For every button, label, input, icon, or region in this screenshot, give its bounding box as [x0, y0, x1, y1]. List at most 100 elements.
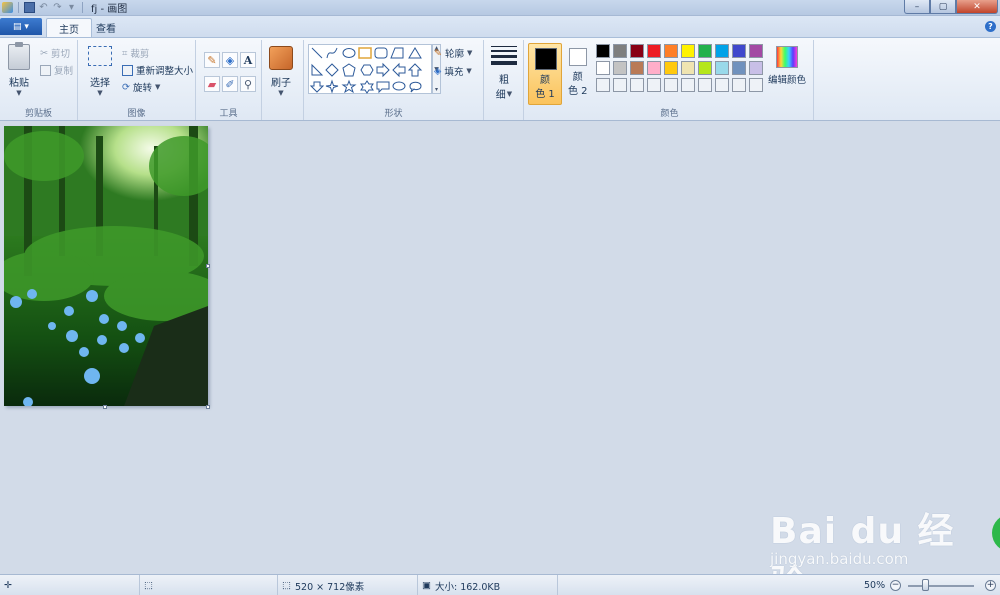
hexagon-shape-icon: [360, 64, 374, 76]
save-icon[interactable]: [24, 2, 35, 13]
paint-menu-button[interactable]: ▤ ▾: [0, 18, 42, 35]
palette-color-swatch[interactable]: [698, 61, 712, 75]
resize-handle-right[interactable]: [206, 264, 210, 268]
pentagon-shape-icon: [342, 63, 356, 77]
palette-color-swatch[interactable]: [715, 44, 729, 58]
close-button[interactable]: ✕: [956, 0, 998, 14]
tab-view[interactable]: 查看: [84, 18, 128, 37]
paint-app-icon[interactable]: [2, 2, 13, 13]
canvas-image[interactable]: [4, 126, 208, 406]
resize-button[interactable]: 重新调整大小: [122, 63, 193, 77]
palette-color-swatch[interactable]: [681, 44, 695, 58]
image-size-icon: ⬚: [282, 580, 291, 591]
custom-color-slot[interactable]: [749, 78, 763, 92]
color-spectrum-icon: [776, 46, 798, 68]
customize-toolbar-icon[interactable]: ▾: [66, 2, 77, 13]
crop-button[interactable]: ⌗ 裁剪: [122, 46, 149, 61]
four-point-star-shape-icon: [325, 79, 339, 94]
expand-gallery-icon[interactable]: ▾: [435, 86, 438, 93]
palette-color-swatch[interactable]: [715, 61, 729, 75]
oval-shape-icon: [342, 48, 356, 58]
edit-colors-button[interactable]: 编辑颜色: [768, 46, 806, 86]
undo-icon[interactable]: ↶: [38, 2, 49, 13]
fill-button[interactable]: ◈ 填充 ▼: [434, 64, 472, 79]
palette-color-swatch[interactable]: [664, 61, 678, 75]
down-arrow-shape-icon: [309, 81, 325, 93]
custom-color-slot[interactable]: [681, 78, 695, 92]
image-size-text: 520 × 712像素: [294, 581, 365, 593]
palette-color-swatch[interactable]: [630, 61, 644, 75]
rounded-rectangle-shape-icon: [374, 47, 388, 59]
custom-color-slot[interactable]: [698, 78, 712, 92]
palette-color-swatch[interactable]: [749, 61, 763, 75]
palette-color-swatch[interactable]: [681, 61, 695, 75]
palette-color-swatch[interactable]: [664, 44, 678, 58]
zoom-in-button[interactable]: +: [985, 580, 996, 591]
cut-button[interactable]: ✂ 剪切: [40, 46, 70, 61]
fill-icon: ◈: [434, 65, 442, 77]
zoom-slider-thumb[interactable]: [922, 579, 929, 591]
resize-handle-bottom[interactable]: [103, 405, 107, 409]
curve-shape-icon: [326, 47, 338, 59]
size-label-top: 粗: [499, 75, 509, 86]
six-point-star-shape-icon: [360, 80, 374, 94]
colors-group-label: 颜色: [660, 109, 679, 119]
divider: [18, 2, 19, 13]
select-button[interactable]: 选择 ▼: [88, 46, 112, 97]
paste-button[interactable]: 粘贴 ▼: [8, 42, 30, 97]
custom-color-slot[interactable]: [647, 78, 661, 92]
custom-color-slot[interactable]: [596, 78, 610, 92]
color2-button[interactable]: 颜 色 2: [568, 48, 588, 99]
chevron-down-icon: ▼: [154, 83, 161, 91]
custom-color-slot[interactable]: [613, 78, 627, 92]
shapes-group-label: 形状: [384, 109, 403, 119]
resize-handle-corner[interactable]: [206, 405, 210, 409]
brushes-button[interactable]: 刷子 ▼: [269, 46, 293, 97]
watermark-url: jingyan.baidu.com: [770, 550, 909, 568]
palette-color-swatch[interactable]: [647, 44, 661, 58]
outline-button[interactable]: ✎ 轮廓 ▼: [434, 46, 472, 61]
cut-label: 剪切: [50, 49, 70, 60]
zoom-slider-track[interactable]: [908, 585, 974, 587]
size-button[interactable]: 粗 细 ▼: [491, 46, 517, 101]
maximize-button[interactable]: ▢: [930, 0, 956, 14]
help-icon[interactable]: ?: [985, 21, 996, 32]
custom-color-slot[interactable]: [664, 78, 678, 92]
file-size: ▣ 大小: 162.0KB: [418, 575, 558, 595]
copy-button[interactable]: 复制: [40, 63, 73, 77]
crop-icon: ⌗: [122, 47, 128, 59]
redo-icon[interactable]: ↷: [52, 2, 63, 13]
palette-color-swatch[interactable]: [732, 61, 746, 75]
text-tool-icon[interactable]: A: [240, 52, 256, 68]
palette-color-swatch[interactable]: [647, 61, 661, 75]
pencil-icon[interactable]: ✎: [204, 52, 220, 68]
rotate-button[interactable]: ⟳ 旋转 ▼: [122, 80, 161, 95]
window-controls: – ▢ ✕: [904, 0, 998, 14]
shapes-gallery: [308, 44, 432, 94]
palette-color-swatch[interactable]: [596, 44, 610, 58]
ribbon: 粘贴 ▼ ✂ 剪切 复制 剪贴板 选择 ▼ ⌗ 裁剪 重新调整大小 ⟳ 旋转 ▼…: [0, 37, 1000, 121]
palette-color-swatch[interactable]: [630, 44, 644, 58]
custom-color-slot[interactable]: [732, 78, 746, 92]
palette-color-swatch[interactable]: [749, 44, 763, 58]
triangle-shape-icon: [408, 47, 422, 59]
fill-bucket-icon[interactable]: ◈: [222, 52, 238, 68]
cloud-callout-shape-icon: [409, 81, 422, 93]
custom-color-slot[interactable]: [715, 78, 729, 92]
color-picker-icon[interactable]: ✐: [222, 76, 238, 92]
minimize-button[interactable]: –: [904, 0, 930, 14]
magnifier-icon[interactable]: ⚲: [240, 76, 256, 92]
brush-icon: [269, 46, 293, 70]
color1-button[interactable]: 颜 色 1: [528, 43, 562, 105]
palette-color-swatch[interactable]: [613, 44, 627, 58]
palette-color-swatch[interactable]: [698, 44, 712, 58]
palette-color-swatch[interactable]: [613, 61, 627, 75]
forest-photo: [4, 126, 208, 406]
custom-color-slot[interactable]: [630, 78, 644, 92]
palette-color-swatch[interactable]: [596, 61, 610, 75]
eraser-icon[interactable]: ▰: [204, 76, 220, 92]
left-arrow-shape-icon: [392, 62, 406, 78]
zoom-out-button[interactable]: −: [890, 580, 901, 591]
right-arrow-shape-icon: [376, 62, 390, 78]
palette-color-swatch[interactable]: [732, 44, 746, 58]
